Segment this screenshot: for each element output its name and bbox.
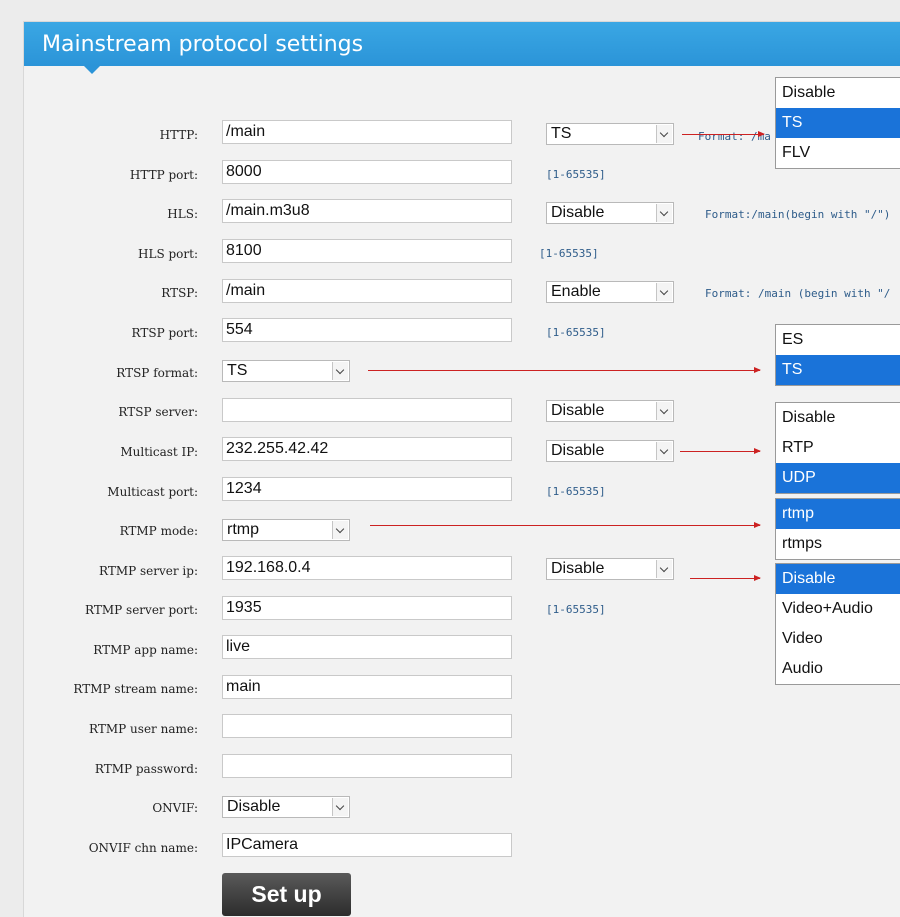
rtsp-path-input[interactable]: /main: [222, 279, 512, 303]
chevron-down-icon: [656, 283, 672, 301]
multicast-select-value: Disable: [551, 442, 605, 459]
header-notch: [84, 66, 100, 74]
multicast-dropdown: Disable RTP UDP: [775, 402, 900, 494]
hls-port-label: HLS port:: [138, 247, 198, 261]
rtmp-password-label: RTMP password:: [94, 762, 198, 776]
dropdown-option[interactable]: FLV: [776, 138, 900, 168]
rtmp-user-name-input[interactable]: [222, 714, 512, 738]
chevron-down-icon: [332, 521, 348, 539]
dropdown-option[interactable]: rtmps: [776, 529, 900, 559]
multicast-ip-input[interactable]: 232.255.42.42: [222, 437, 512, 461]
dropdown-option[interactable]: Disable: [776, 78, 900, 108]
rtmp-user-name-label: RTMP user name:: [89, 722, 198, 736]
arrow-icon: [680, 448, 761, 454]
dropdown-option[interactable]: UDP: [776, 463, 900, 493]
setup-button[interactable]: Set up: [222, 873, 351, 916]
http-format-dropdown: Disable TS FLV: [775, 77, 900, 169]
rtsp-format-value: TS: [227, 362, 248, 379]
http-port-hint: [1-65535]: [546, 168, 606, 181]
rtmp-mode-dropdown: rtmp rtmps: [775, 498, 900, 560]
dropdown-option[interactable]: RTP: [776, 433, 900, 463]
rtmp-server-ip-label: RTMP server ip:: [99, 564, 198, 578]
chevron-down-icon: [656, 204, 672, 222]
rtsp-format-select[interactable]: TS: [222, 360, 350, 382]
dropdown-option[interactable]: Video: [776, 624, 900, 654]
dropdown-option[interactable]: rtmp: [776, 499, 900, 529]
rtmp-server-ip-input[interactable]: 192.168.0.4: [222, 556, 512, 580]
chevron-down-icon: [656, 560, 672, 578]
rtsp-port-hint: [1-65535]: [546, 326, 606, 339]
dropdown-option[interactable]: ES: [776, 325, 900, 355]
rtmp-app-name-label: RTMP app name:: [93, 643, 198, 657]
arrow-icon: [368, 367, 761, 373]
rtsp-select-value: Enable: [551, 283, 601, 300]
hls-path-input[interactable]: /main.m3u8: [222, 199, 512, 223]
rtsp-hint: Format: /main (begin with "/: [705, 287, 891, 300]
onvif-label: ONVIF:: [152, 801, 198, 815]
rtmp-server-value: Disable: [551, 560, 605, 577]
onvif-select-value: Disable: [227, 798, 281, 815]
http-format-select[interactable]: TS: [546, 123, 674, 145]
dropdown-option[interactable]: TS: [776, 108, 900, 138]
chevron-down-icon: [656, 125, 672, 143]
rtmp-mode-select[interactable]: rtmp: [222, 519, 350, 541]
rtsp-server-label: RTSP server:: [118, 405, 198, 419]
dropdown-option[interactable]: TS: [776, 355, 900, 385]
multicast-port-hint: [1-65535]: [546, 485, 606, 498]
rtmp-app-name-input[interactable]: live: [222, 635, 512, 659]
rtsp-format-label: RTSP format:: [116, 366, 198, 380]
rtmp-mode-label: RTMP mode:: [119, 524, 198, 538]
onvif-chn-name-input[interactable]: IPCamera: [222, 833, 512, 857]
arrow-icon: [682, 131, 765, 137]
rtmp-server-port-input[interactable]: 1935: [222, 596, 512, 620]
rtmp-server-port-label: RTMP server port:: [85, 603, 198, 617]
multicast-select[interactable]: Disable: [546, 440, 674, 462]
arrow-icon: [690, 575, 761, 581]
rtsp-label: RTSP:: [161, 286, 198, 300]
hls-hint: Format:/main(begin with "/"): [705, 208, 891, 221]
rtsp-port-input[interactable]: 554: [222, 318, 512, 342]
http-format-value: TS: [551, 125, 572, 142]
http-port-input[interactable]: 8000: [222, 160, 512, 184]
rtmp-server-dropdown: Disable Video+Audio Video Audio: [775, 563, 900, 685]
dropdown-option[interactable]: Disable: [776, 564, 900, 594]
dropdown-option[interactable]: Audio: [776, 654, 900, 684]
hls-select-value: Disable: [551, 204, 605, 221]
hls-port-hint: [1-65535]: [539, 247, 599, 260]
multicast-port-input[interactable]: 1234: [222, 477, 512, 501]
rtmp-password-input[interactable]: [222, 754, 512, 778]
dropdown-option[interactable]: Disable: [776, 403, 900, 433]
hls-select[interactable]: Disable: [546, 202, 674, 224]
rtsp-server-input[interactable]: [222, 398, 512, 422]
chevron-down-icon: [656, 402, 672, 420]
rtsp-server-value: Disable: [551, 402, 605, 419]
rtsp-port-label: RTSP port:: [131, 326, 198, 340]
rtsp-select[interactable]: Enable: [546, 281, 674, 303]
rtmp-server-select[interactable]: Disable: [546, 558, 674, 580]
http-path-input[interactable]: /main: [222, 120, 512, 144]
chevron-down-icon: [332, 362, 348, 380]
page-title: Mainstream protocol settings: [42, 32, 364, 57]
rtmp-server-port-hint: [1-65535]: [546, 603, 606, 616]
hls-label: HLS:: [167, 207, 198, 221]
multicast-ip-label: Multicast IP:: [120, 445, 198, 459]
page-header: Mainstream protocol settings: [24, 22, 900, 66]
dropdown-option[interactable]: Video+Audio: [776, 594, 900, 624]
onvif-chn-name-label: ONVIF chn name:: [88, 841, 198, 855]
settings-panel: [23, 21, 900, 917]
rtmp-stream-name-input[interactable]: main: [222, 675, 512, 699]
rtmp-mode-value: rtmp: [227, 521, 259, 538]
rtsp-format-dropdown: ES TS: [775, 324, 900, 386]
hls-port-input[interactable]: 8100: [222, 239, 512, 263]
chevron-down-icon: [332, 798, 348, 816]
arrow-icon: [370, 522, 761, 528]
rtmp-stream-name-label: RTMP stream name:: [73, 682, 198, 696]
rtsp-server-select[interactable]: Disable: [546, 400, 674, 422]
http-label: HTTP:: [159, 128, 198, 142]
onvif-select[interactable]: Disable: [222, 796, 350, 818]
chevron-down-icon: [656, 442, 672, 460]
multicast-port-label: Multicast port:: [107, 485, 198, 499]
http-port-label: HTTP port:: [129, 168, 198, 182]
